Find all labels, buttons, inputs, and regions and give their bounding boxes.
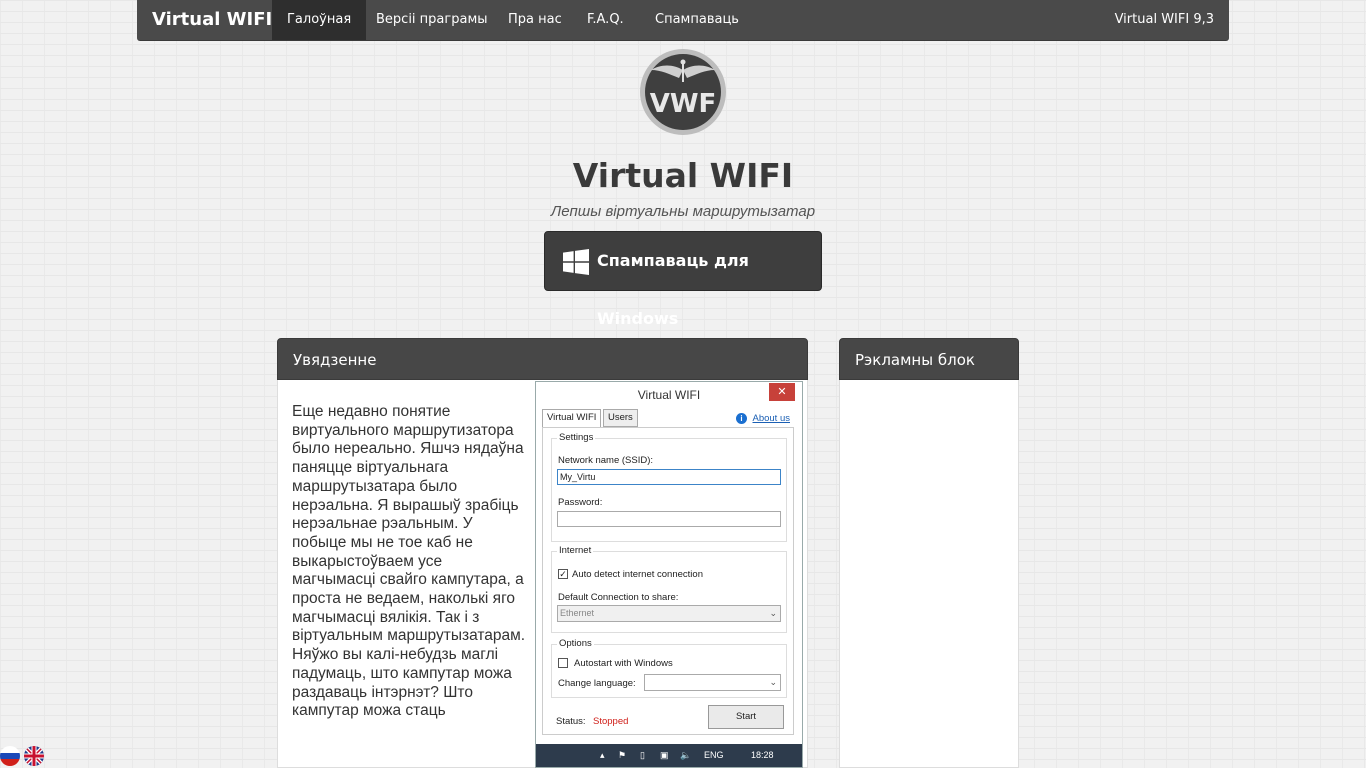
intro-heading: Увядзенне (277, 338, 808, 380)
flag-icon: ⚑ (618, 750, 627, 760)
app-screenshot: Virtual WIFI ✕ Virtual WIFI Users i Abou… (535, 381, 803, 768)
app-title: Virtual WIFI (637, 388, 701, 402)
battery-icon: ▯ (640, 750, 645, 760)
password-label: Password: (558, 497, 603, 508)
about-link: About us (752, 413, 791, 424)
volume-icon: 🔈 (680, 750, 692, 760)
ssid-label: Network name (SSID): (558, 455, 654, 466)
autostart-checkbox (558, 658, 568, 668)
vwf-logo-icon: VWF (640, 49, 726, 135)
ads-panel (839, 380, 1019, 768)
network-icon: ▣ (660, 750, 669, 760)
tray-arrow-icon: ▴ (600, 750, 605, 760)
taskbar-time: 18:28 (751, 750, 774, 760)
status-value: Stopped (593, 716, 629, 727)
tab-users: Users (603, 409, 638, 427)
brand-link[interactable]: Virtual WIFI (152, 0, 272, 40)
default-conn-label: Default Connection to share: (558, 592, 679, 603)
logo-text: VWF (650, 89, 717, 119)
internet-group: Internet ✓ Auto detect internet connecti… (551, 545, 787, 633)
options-label: Options (557, 638, 594, 649)
settings-group: Settings Network name (SSID): My_Virtu P… (551, 432, 787, 542)
top-navbar: Virtual WIFI Галоўная Версіі праграмы Пр… (137, 0, 1229, 41)
auto-detect-label: Auto detect internet connection (572, 569, 703, 580)
ads-heading: Рэкламны блок (839, 338, 1019, 380)
tab-virtual-wifi: Virtual WIFI (542, 409, 602, 428)
nav-faq[interactable]: F.A.Q. (572, 0, 639, 40)
info-icon: i (736, 413, 747, 424)
internet-label: Internet (557, 545, 594, 556)
nav-download[interactable]: Спампаваць (640, 0, 754, 40)
auto-detect-checkbox: ✓ (558, 569, 568, 579)
close-icon: ✕ (769, 383, 795, 401)
nav-home[interactable]: Галоўная (272, 0, 367, 40)
password-input (557, 511, 781, 527)
default-conn-select: Ethernet ⌄ (557, 605, 781, 622)
taskbar: ▴ ⚑ ▯ ▣ 🔈 ENG 18:28 (536, 744, 802, 767)
chevron-down-icon: ⌄ (769, 677, 777, 687)
app-settings-frame: Settings Network name (SSID): My_Virtu P… (542, 427, 794, 735)
version-label: Virtual WIFI 9,3 (1114, 12, 1214, 27)
nav-versions[interactable]: Версіі праграмы (361, 0, 503, 40)
download-label: Спампаваць для Windows (597, 251, 749, 328)
language-select: ⌄ (644, 674, 781, 691)
taskbar-lang: ENG (704, 750, 724, 760)
status-label: Status: (556, 716, 586, 727)
options-group: Options Autostart with Windows Change la… (551, 638, 787, 698)
chevron-down-icon: ⌄ (769, 608, 777, 618)
settings-label: Settings (557, 432, 596, 443)
windows-icon (563, 249, 589, 275)
language-label: Change language: (558, 678, 636, 689)
uk-flag-icon[interactable] (24, 746, 44, 766)
russian-flag-icon[interactable] (0, 746, 20, 766)
intro-text: Еще недавно понятие виртуального маршрут… (292, 403, 526, 720)
page-subtitle: Лепшы віртуальны маршрутызатар (550, 203, 816, 220)
autostart-label: Autostart with Windows (574, 658, 673, 669)
default-conn-value: Ethernet (560, 608, 595, 618)
start-button: Start (708, 705, 784, 729)
download-windows-button[interactable]: Спампаваць для Windows (544, 231, 822, 328)
page-title: Virtual WIFI (572, 156, 794, 195)
nav-about[interactable]: Пра нас (493, 0, 577, 40)
ssid-input: My_Virtu (557, 469, 781, 485)
